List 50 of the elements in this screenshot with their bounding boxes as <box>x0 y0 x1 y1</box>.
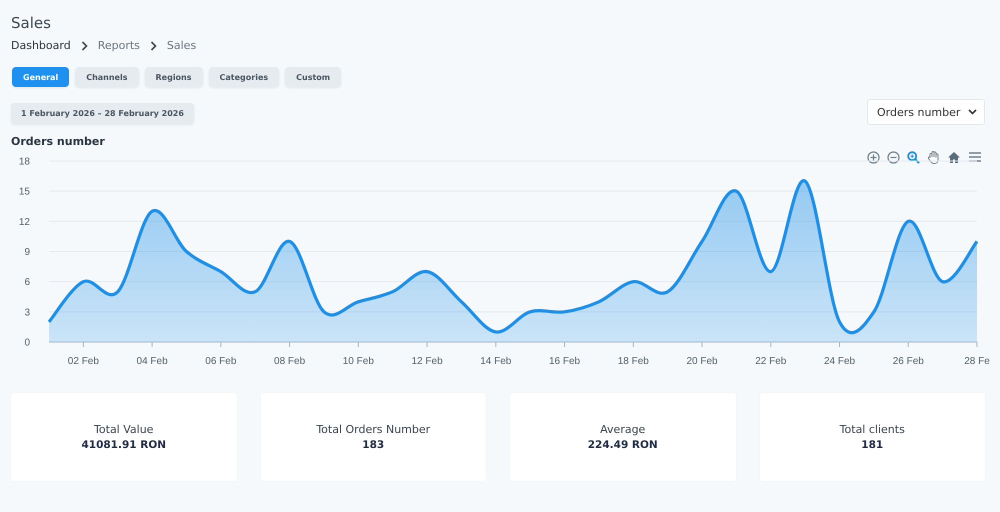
chevron-icon <box>150 41 157 51</box>
breadcrumb-link[interactable]: Sales <box>166 39 196 53</box>
x-axis-label: 16 Feb <box>548 356 580 367</box>
zoom-out-icon[interactable] <box>887 150 900 164</box>
date-range-button[interactable]: 1 February 2026 – 28 February 2026 <box>11 103 194 124</box>
search-icon[interactable] <box>907 150 920 164</box>
hand-icon[interactable] <box>927 150 940 164</box>
y-axis-label: 9 <box>24 247 30 258</box>
x-axis-label: 10 Feb <box>342 356 374 367</box>
stat-label: Average <box>600 423 646 436</box>
stat-value: 224.49 RON <box>588 439 658 451</box>
page-title: Sales <box>10 13 52 32</box>
y-axis-label: 3 <box>24 307 30 318</box>
stat-label: Total clients <box>840 423 905 436</box>
stat-label: Total Value <box>94 423 154 436</box>
x-axis-label: 24 Feb <box>824 356 856 367</box>
x-axis-label: 08 Feb <box>274 356 306 367</box>
y-axis-label: 15 <box>18 186 30 198</box>
y-axis-label: 6 <box>24 277 30 288</box>
zoom-in-icon[interactable] <box>867 150 880 164</box>
chevron-icon <box>80 41 88 51</box>
menu-icon[interactable] <box>968 151 982 163</box>
x-axis-label: 22 Feb <box>755 356 786 367</box>
x-axis-label: 02 Feb <box>68 356 99 367</box>
stat-value: 183 <box>362 439 384 451</box>
stat-value: 41081.91 RON <box>81 439 166 451</box>
tab[interactable]: Channels <box>75 67 138 87</box>
x-axis-label: 18 Feb <box>618 356 649 367</box>
stat-label: Total Orders Number <box>316 423 430 436</box>
x-axis-label: 12 Feb <box>412 356 443 367</box>
x-axis-label: 20 Feb <box>686 356 718 367</box>
x-axis-label: 28 Fe <box>964 356 990 367</box>
x-axis-label: 04 Feb <box>136 356 168 367</box>
stat-value: 181 <box>861 439 884 451</box>
tab[interactable]: Regions <box>144 67 203 87</box>
y-axis-label: 12 <box>18 216 30 228</box>
home-icon[interactable] <box>947 150 961 164</box>
breadcrumb-link[interactable]: Dashboard <box>11 39 71 53</box>
y-axis-label: 18 <box>18 156 30 168</box>
tab[interactable]: General <box>12 67 70 87</box>
x-axis-label: 06 Feb <box>205 356 236 367</box>
tab[interactable]: Categories <box>208 67 280 87</box>
chart-title: Orders number <box>11 135 105 149</box>
breadcrumb-link[interactable]: Reports <box>98 39 140 53</box>
chevron-down-icon <box>968 109 977 115</box>
metric-select[interactable]: Orders number <box>867 99 985 125</box>
y-axis-label: 0 <box>24 338 30 348</box>
x-axis-label: 26 Feb <box>892 356 924 367</box>
x-axis-label: 14 Feb <box>480 356 512 367</box>
tab[interactable]: Custom <box>285 67 342 87</box>
